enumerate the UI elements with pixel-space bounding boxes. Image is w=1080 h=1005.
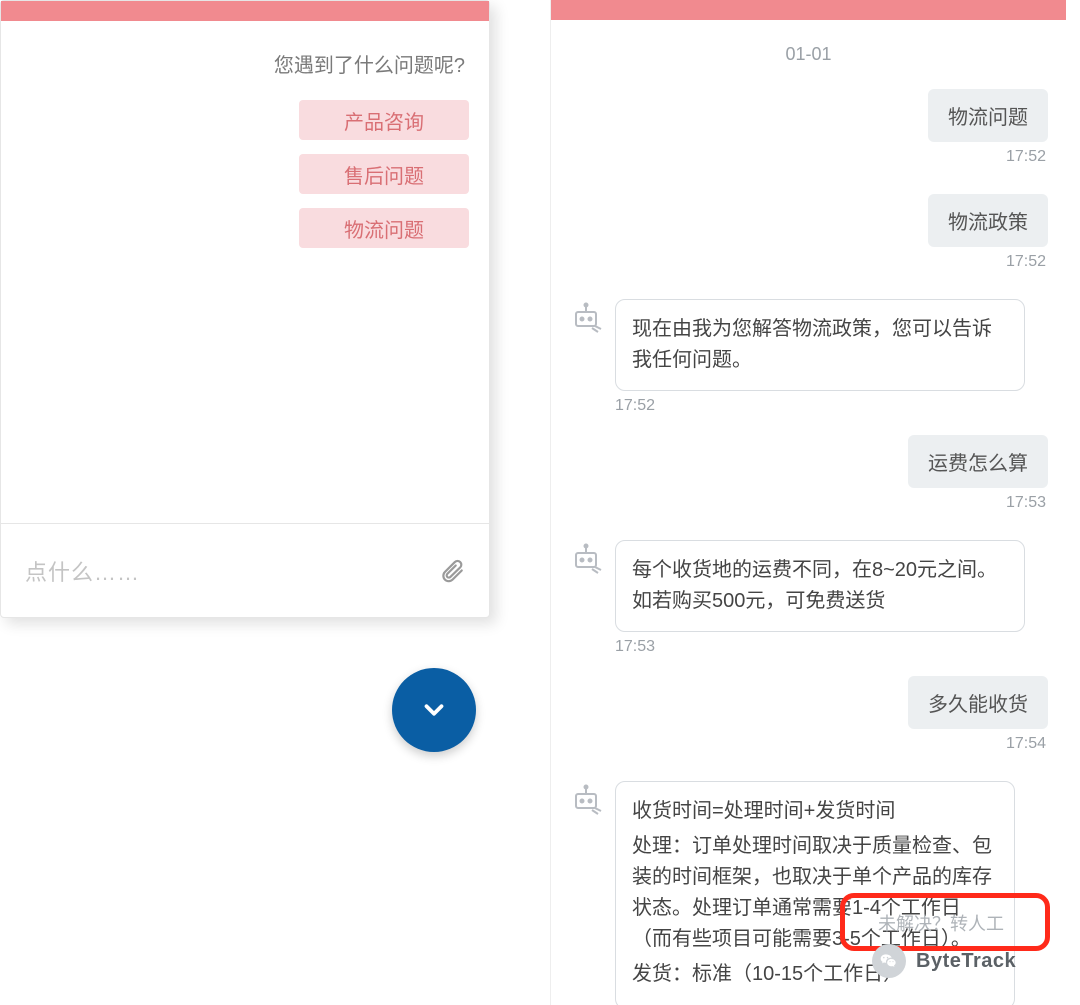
message-time: 17:52 (615, 397, 655, 415)
scroll-down-fab[interactable] (392, 668, 476, 752)
left-body: 您遇到了什么问题呢? 产品咨询 售后问题 物流问题 (1, 21, 489, 523)
wechat-icon (872, 944, 906, 978)
right-body: 01-01 物流问题 17:52 物流政策 17:52 现在由我为您解答物流政策… (551, 20, 1066, 1005)
option-after-sales[interactable]: 售后问题 (299, 154, 469, 194)
left-chat-window: 您遇到了什么问题呢? 产品咨询 售后问题 物流问题 点什么…… (0, 0, 490, 618)
watermark: ByteTrack (872, 944, 1016, 978)
user-message: 多久能收货 (908, 676, 1048, 729)
right-chat-window: 01-01 物流问题 17:52 物流政策 17:52 现在由我为您解答物流政策… (550, 0, 1066, 1005)
bot-message: 每个收货地的运费不同，在8~20元之间。如若购买500元，可免费送货 (615, 540, 1025, 632)
chat-row-user: 物流政策 17:52 (569, 194, 1048, 293)
bot-avatar-icon (569, 783, 603, 817)
chat-row-user: 运费怎么算 17:53 (569, 435, 1048, 534)
bot-avatar-icon (569, 542, 603, 576)
chat-row-bot: 每个收货地的运费不同，在8~20元之间。如若购买500元，可免费送货 17:53 (569, 540, 1048, 676)
attachment-icon[interactable] (439, 558, 465, 584)
chat-row-user: 多久能收货 17:54 (569, 676, 1048, 775)
bot-prompt-text: 您遇到了什么问题呢? (274, 49, 469, 78)
message-time: 17:52 (1006, 253, 1048, 271)
chat-row-user: 物流问题 17:52 (569, 89, 1048, 188)
date-divider: 01-01 (569, 44, 1048, 65)
bot-message: 现在由我为您解答物流政策，您可以告诉我任何问题。 (615, 299, 1025, 391)
option-product-inquiry[interactable]: 产品咨询 (299, 100, 469, 140)
user-message: 运费怎么算 (908, 435, 1048, 488)
left-header-bar (1, 1, 489, 21)
message-time: 17:53 (1006, 494, 1048, 512)
right-header-bar (551, 0, 1066, 20)
message-time: 17:52 (1006, 148, 1048, 166)
message-input[interactable]: 点什么…… (25, 555, 439, 587)
user-message: 物流问题 (928, 89, 1048, 142)
message-time: 17:53 (615, 638, 655, 656)
watermark-text: ByteTrack (916, 950, 1016, 973)
bot-message-line: 收货时间=处理时间+发货时间 (632, 796, 998, 827)
bot-message-line: 处理：订单处理时间取决于质量检查、包装的时间框架，也取决于单个产品的库存状态。处… (632, 831, 998, 955)
chat-row-bot: 现在由我为您解答物流政策，您可以告诉我任何问题。 17:52 (569, 299, 1048, 435)
bot-avatar-icon (569, 301, 603, 335)
option-logistics[interactable]: 物流问题 (299, 208, 469, 248)
transfer-to-human-link[interactable]: 未解决？转人工 (878, 910, 1004, 936)
message-time: 17:54 (1006, 735, 1048, 753)
message-input-row: 点什么…… (1, 523, 489, 617)
user-message: 物流政策 (928, 194, 1048, 247)
chevron-down-icon (419, 695, 449, 725)
